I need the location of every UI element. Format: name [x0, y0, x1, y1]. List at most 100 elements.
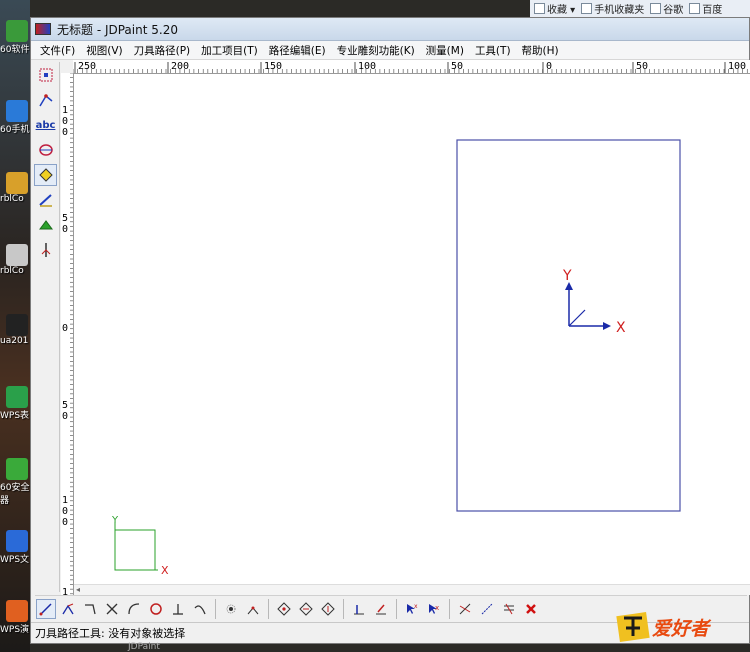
desktop-icon-1[interactable]: 60软件 [0, 20, 30, 55]
desktop-icon-9[interactable]: WPS演 [0, 600, 30, 635]
ruler-h-label: 50 [636, 61, 648, 72]
node-3-icon[interactable] [318, 599, 338, 619]
origin-y-label: Y [562, 268, 572, 284]
toolbar-separator [215, 599, 216, 619]
perpendicular-tool-icon[interactable] [168, 599, 188, 619]
snap-tool-icon[interactable] [243, 599, 263, 619]
ruler-h-label: 0 [546, 61, 552, 72]
favorites-label: 百度 [702, 5, 723, 16]
horizontal-scrollbar[interactable]: ◂ [74, 584, 750, 595]
3d-surface-icon[interactable] [34, 214, 57, 236]
ruler-h-label: 100 [728, 61, 746, 72]
node-2-icon[interactable] [296, 599, 316, 619]
desktop-icon-4[interactable]: rblCo [0, 244, 30, 276]
toolbar-separator [396, 599, 397, 619]
horizontal-ruler: 250 200 150 100 50 0 50 100 [73, 60, 750, 74]
delete-icon[interactable] [521, 599, 541, 619]
desktop-icon-label: rblCo [0, 194, 24, 204]
trim-1-icon[interactable] [455, 599, 475, 619]
favorites-label: 收藏 [547, 5, 567, 16]
desktop-icon-7[interactable]: 60安全 器 [0, 458, 30, 506]
toolbar-separator [268, 599, 269, 619]
menu-view[interactable]: 视图(V) [81, 43, 128, 58]
line-tool-icon[interactable] [36, 599, 56, 619]
menu-engraving[interactable]: 专业雕刻功能(K) [332, 43, 421, 58]
machining-icon[interactable] [34, 239, 57, 261]
svg-text:x: x [414, 603, 418, 610]
menu-path-edit[interactable]: 路径编辑(E) [264, 43, 332, 58]
ruler-v-label: 0 [62, 506, 68, 517]
favorites-label: 手机收藏夹 [594, 5, 645, 16]
transform-icon[interactable] [34, 139, 57, 161]
menu-help[interactable]: 帮助(H) [517, 43, 565, 58]
polyline-tool-icon[interactable] [58, 599, 78, 619]
shape-icon[interactable] [34, 164, 57, 186]
ruler-v-label: 0 [62, 517, 68, 528]
vertical-ruler-ticks: 1005005010015 [62, 73, 73, 608]
trim-3-icon[interactable] [499, 599, 519, 619]
desktop-icon-label: WPS演 [0, 625, 30, 635]
menu-tools[interactable]: 工具(T) [470, 43, 517, 58]
app-icon [6, 244, 28, 266]
corner-x-label: X [161, 564, 169, 577]
tangent-tool-icon[interactable] [190, 599, 210, 619]
desktop-icon-2[interactable]: 60手机 [0, 100, 30, 135]
cross-tool-icon[interactable] [102, 599, 122, 619]
trim-2-icon[interactable] [477, 599, 497, 619]
menu-machining-project[interactable]: 加工项目(T) [196, 43, 264, 58]
drawing-canvas[interactable]: Y X Y X [74, 74, 750, 584]
corner-y-label: Y [111, 515, 119, 526]
desktop-icon-6[interactable]: WPS表 [0, 386, 30, 421]
app-icon [6, 100, 28, 122]
circle-tool-icon[interactable] [146, 599, 166, 619]
ruler-h-label: 150 [264, 61, 282, 72]
svg-text:x: x [435, 604, 439, 612]
app-icon [6, 172, 28, 194]
node-1-icon[interactable] [274, 599, 294, 619]
toolbar-separator [449, 599, 450, 619]
favorites-item[interactable]: 百度 [689, 1, 722, 16]
ruler-h-label: 100 [358, 61, 376, 72]
left-toolbar: abc [32, 62, 60, 592]
desktop-icon-label: 60安全 器 [0, 483, 30, 506]
status-text: 刀具路径工具: 没有对象被选择 [35, 627, 186, 640]
app-icon [6, 600, 28, 622]
title-bar[interactable]: 无标题 - JDPaint 5.20 [31, 18, 749, 41]
ruler-v-label: 0 [62, 116, 68, 127]
select-rect-icon[interactable] [34, 64, 57, 86]
desktop-icon-5[interactable]: ua201 [0, 314, 30, 346]
scroll-left-icon[interactable]: ◂ [76, 585, 80, 594]
toolbar-separator [343, 599, 344, 619]
pointer-x2-icon[interactable]: x [424, 599, 444, 619]
favorites-item[interactable]: 手机收藏夹 [581, 1, 644, 16]
taskbar-label: JDPaint [128, 642, 160, 652]
horizontal-ruler-ticks: 250 200 150 100 50 0 50 100 [73, 61, 748, 73]
desktop-icon-label: 60软件 [0, 45, 30, 55]
page-icon [650, 3, 662, 14]
menu-bar: 文件(F) 视图(V) 刀具路径(P) 加工项目(T) 路径编辑(E) 专业雕刻… [31, 41, 749, 60]
pen-icon[interactable] [34, 189, 57, 211]
corner-tool-icon[interactable] [80, 599, 100, 619]
arc-tool-icon[interactable] [124, 599, 144, 619]
text-abc-icon[interactable]: abc [34, 114, 57, 136]
align-1-icon[interactable] [349, 599, 369, 619]
align-2-icon[interactable] [371, 599, 391, 619]
point-tool-icon[interactable] [221, 599, 241, 619]
pointer-x1-icon[interactable]: x [402, 599, 422, 619]
favorites-item[interactable]: 收藏 ▾ [534, 1, 575, 16]
window-title: 无标题 - JDPaint 5.20 [57, 22, 178, 37]
ruler-h-label: 200 [171, 61, 189, 72]
menu-measure[interactable]: 测量(M) [421, 43, 470, 58]
menu-file[interactable]: 文件(F) [35, 43, 81, 58]
ruler-v-label: 0 [62, 127, 68, 138]
node-edit-icon[interactable] [34, 89, 57, 111]
desktop-icon-3[interactable]: rblCo [0, 172, 30, 204]
app-icon [6, 530, 28, 552]
ruler-v-label: 5 [62, 400, 68, 411]
app-icon [6, 458, 28, 480]
favorites-item[interactable]: 谷歌 [650, 1, 683, 16]
app-logo-icon [35, 23, 51, 35]
desktop-icon-label: ua201 [0, 336, 29, 346]
desktop-icon-8[interactable]: WPS文 [0, 530, 30, 565]
menu-toolpath[interactable]: 刀具路径(P) [129, 43, 197, 58]
